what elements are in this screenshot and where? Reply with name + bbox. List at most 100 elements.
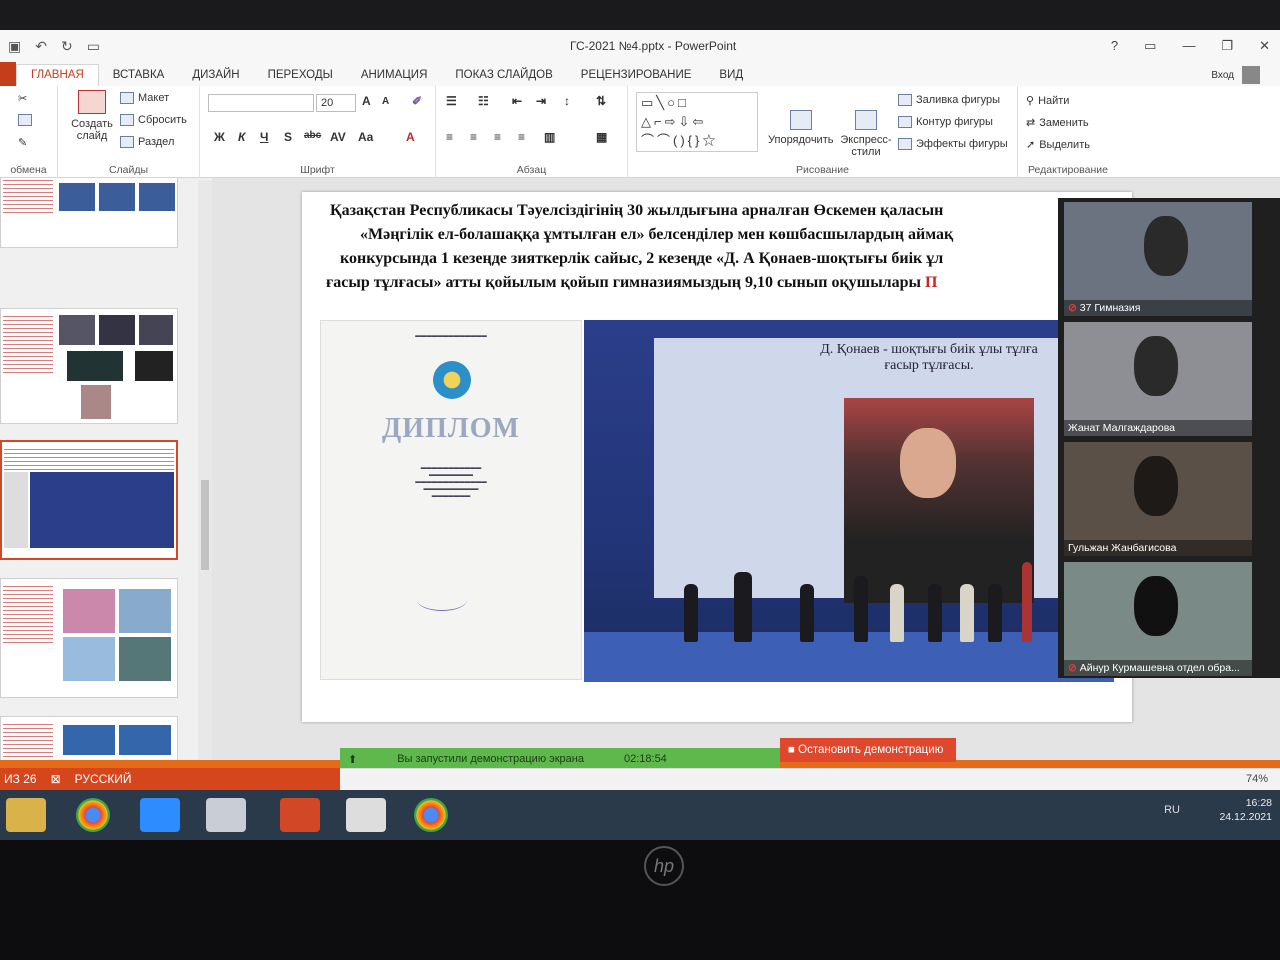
change-case-icon[interactable]: Aa — [358, 130, 373, 144]
tab-slideshow[interactable]: ПОКАЗ СЛАЙДОВ — [441, 69, 566, 86]
file-tab[interactable] — [0, 62, 16, 86]
sign-in-link[interactable]: Вход — [1211, 70, 1234, 81]
camera-icon[interactable] — [346, 798, 386, 832]
chrome-icon[interactable] — [414, 798, 448, 832]
clear-format-icon[interactable]: ✐ — [412, 94, 422, 108]
tab-design[interactable]: ДИЗАЙН — [178, 69, 253, 86]
scrollbar-thumb[interactable] — [201, 480, 209, 570]
layout-button[interactable]: Макет — [120, 92, 169, 104]
stop-share-button[interactable]: ■ Остановить демонстрацию — [780, 738, 956, 762]
participant-tile[interactable]: Жанат Малгаждарова — [1064, 322, 1252, 436]
tab-review[interactable]: РЕЦЕНЗИРОВАНИЕ — [567, 69, 706, 86]
thumbnail-text — [3, 178, 53, 213]
font-size-combo[interactable]: 20 — [316, 94, 356, 112]
align-center-icon[interactable]: ≡ — [470, 130, 477, 144]
thumbnails-scrollbar[interactable] — [198, 180, 212, 770]
start-slideshow-icon[interactable]: ▭ — [87, 38, 100, 55]
line-spacing-icon[interactable]: ↕ — [564, 94, 570, 108]
font-family-combo[interactable] — [208, 94, 314, 112]
stage-photo[interactable]: Д. Қонаев - шоқтығы биік ұлы тұлға ғасыр… — [584, 320, 1114, 682]
minimize-icon[interactable]: — — [1182, 38, 1195, 54]
clock-time: 16:28 — [1245, 797, 1272, 809]
increase-indent-icon[interactable]: ⇥ — [536, 94, 546, 108]
group-clipboard: ✂ ✎ обмена — [0, 86, 58, 178]
strikethrough-icon[interactable]: abc — [304, 130, 321, 141]
spellcheck-icon[interactable]: ⊠ — [51, 772, 61, 786]
tab-home[interactable]: ГЛАВНАЯ — [16, 64, 99, 86]
clock[interactable]: 16:28 24.12.2021 — [1219, 796, 1272, 824]
select-button[interactable]: ➚ Выделить — [1026, 138, 1090, 152]
input-language[interactable]: RU — [1164, 804, 1180, 816]
help-icon[interactable]: ? — [1111, 38, 1118, 54]
section-label: Раздел — [138, 136, 175, 148]
grow-font-icon[interactable]: A — [362, 94, 371, 108]
tab-view[interactable]: ВИД — [705, 69, 757, 86]
undo-icon[interactable]: ↶ — [35, 38, 47, 55]
language-indicator[interactable]: РУССКИЙ — [75, 772, 132, 786]
shape-fill-button[interactable]: Заливка фигуры — [898, 94, 1000, 106]
ribbon-display-icon[interactable]: ▭ — [1144, 38, 1156, 54]
redo-icon[interactable]: ↻ — [61, 38, 73, 55]
slide-thumbnail[interactable] — [0, 578, 178, 698]
format-painter-icon[interactable]: ✎ — [18, 136, 27, 149]
performer — [960, 584, 974, 642]
shape-outline-button[interactable]: Контур фигуры — [898, 116, 993, 128]
cut-icon[interactable]: ✂ — [18, 92, 27, 105]
quick-access-toolbar: ▣ ↶ ↻ ▭ — [0, 38, 100, 55]
powerpoint-icon[interactable] — [280, 798, 320, 832]
save-icon[interactable]: ▣ — [8, 38, 21, 55]
participant-tile[interactable]: ⊘ 37 Гимназия — [1064, 202, 1252, 316]
slide-thumbnail-selected[interactable] — [0, 440, 178, 560]
close-icon[interactable]: ✕ — [1259, 38, 1270, 54]
stop-share-label: Остановить демонстрацию — [798, 744, 944, 756]
arrange-button[interactable]: Упорядочить — [768, 110, 833, 146]
text-direction-icon[interactable]: ⇅ — [596, 94, 606, 108]
shapes-gallery[interactable]: ▭╲○□ △⌐⇨⇩⇦ ⌒⌒(){}☆ — [636, 92, 758, 152]
columns-icon[interactable]: ▥ — [544, 130, 555, 144]
tab-animations[interactable]: АНИМАЦИЯ — [347, 69, 442, 86]
bullets-icon[interactable]: ☰ — [446, 94, 457, 108]
current-slide[interactable]: Қазақстан Республикасы Тәуелсіздігінің 3… — [302, 192, 1132, 722]
align-left-icon[interactable]: ≡ — [446, 130, 453, 144]
smartart-icon[interactable]: ▦ — [596, 130, 607, 144]
restore-icon[interactable]: ❐ — [1221, 38, 1233, 54]
copy-icon[interactable] — [18, 114, 32, 126]
spacing-icon[interactable]: AV — [330, 130, 346, 144]
shape-effects-button[interactable]: Эффекты фигуры — [898, 138, 1008, 150]
app-icon[interactable] — [206, 798, 246, 832]
reset-icon — [120, 114, 134, 126]
group-drawing: ▭╲○□ △⌐⇨⇩⇦ ⌒⌒(){}☆ Упорядочить Экспресс-ст… — [628, 86, 1018, 178]
participant-tile[interactable]: ⊘ Айнур Курмашевна отдел обра... — [1064, 562, 1252, 676]
zoom-level[interactable]: 74% — [1246, 773, 1268, 785]
thumbnail-photo — [63, 725, 115, 755]
decrease-indent-icon[interactable]: ⇤ — [512, 94, 522, 108]
window-title: ГС-2021 №4.pptx - PowerPoint — [570, 39, 737, 53]
italic-icon[interactable]: К — [238, 130, 245, 144]
numbering-icon[interactable]: ☷ — [478, 94, 489, 108]
bold-icon[interactable]: Ж — [214, 130, 225, 144]
align-right-icon[interactable]: ≡ — [494, 130, 501, 144]
shadow-icon[interactable]: S — [284, 130, 292, 144]
thumbnail-photo — [99, 183, 135, 211]
new-slide-button[interactable]: Создать слайд — [66, 90, 118, 142]
zoom-icon[interactable] — [140, 798, 180, 832]
avatar[interactable] — [1242, 66, 1260, 84]
quick-styles-button[interactable]: Экспресс-стили — [838, 110, 894, 158]
section-button[interactable]: Раздел — [120, 136, 174, 148]
reset-button[interactable]: Сбросить — [120, 114, 187, 126]
find-button[interactable]: ⚲ Найти — [1026, 94, 1069, 108]
slide-thumbnail[interactable] — [0, 178, 178, 248]
replace-button[interactable]: ⇄ Заменить — [1026, 116, 1089, 130]
tab-insert[interactable]: ВСТАВКА — [99, 69, 179, 86]
shrink-font-icon[interactable]: A — [382, 96, 389, 107]
file-explorer-icon[interactable] — [6, 798, 46, 832]
justify-icon[interactable]: ≡ — [518, 130, 525, 144]
chrome-icon[interactable] — [76, 798, 110, 832]
tab-transitions[interactable]: ПЕРЕХОДЫ — [254, 69, 347, 86]
slide-thumbnail[interactable] — [0, 308, 178, 424]
slide-heading-line-1: Қазақстан Республикасы Тәуелсіздігінің 3… — [330, 202, 944, 219]
font-color-icon[interactable]: A — [406, 130, 415, 144]
underline-icon[interactable]: Ч — [260, 130, 268, 144]
participant-tile[interactable]: Гульжан Жанбагисова — [1064, 442, 1252, 556]
diploma-image[interactable]: ▬▬▬▬▬▬▬▬▬▬▬▬▬ ДИПЛОМ ▬▬▬▬▬▬▬▬▬▬▬ ▬▬▬▬▬▬▬▬… — [320, 320, 582, 680]
